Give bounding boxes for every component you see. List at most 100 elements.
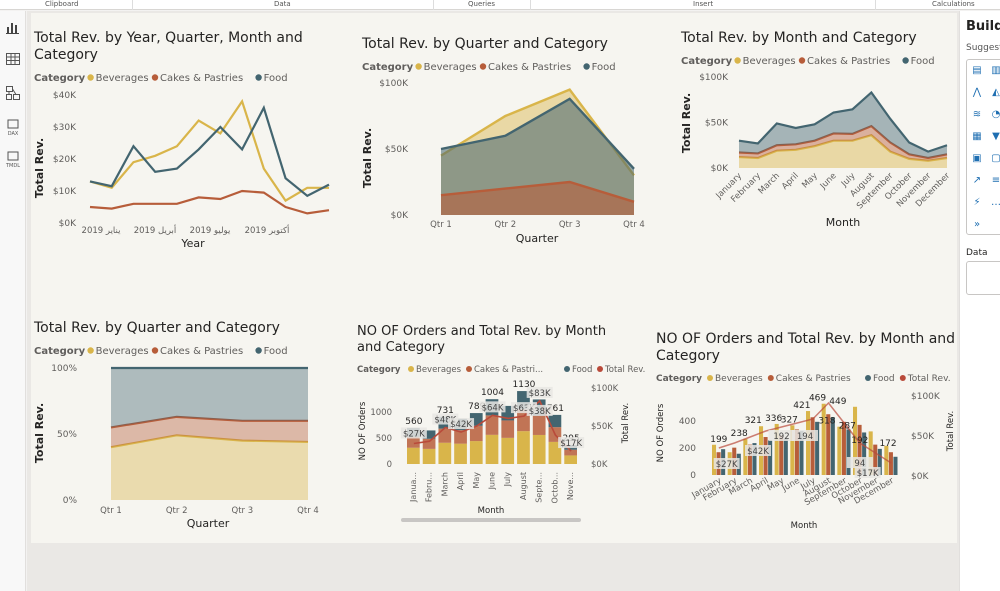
bar-segment-cakes[interactable] — [422, 438, 436, 449]
dax-query-icon[interactable]: DAX — [5, 119, 21, 137]
bar-segment-cakes[interactable] — [532, 415, 546, 435]
model-view-icon[interactable] — [5, 85, 21, 101]
line-chart-icon[interactable]: ⋀ — [970, 86, 984, 100]
ribbon-calculations[interactable]: Calculations — [932, 0, 975, 8]
legend-marker[interactable] — [902, 57, 909, 64]
report-view-icon[interactable] — [5, 19, 21, 35]
slicer-icon[interactable]: ≡ — [989, 174, 1000, 188]
ribbon-insert[interactable]: Insert — [693, 0, 713, 8]
ribbon-clipboard[interactable]: Clipboard — [45, 0, 78, 8]
bar-food[interactable] — [846, 429, 851, 475]
data-label-orders: 449 — [829, 397, 846, 407]
ribbon-chart-icon[interactable]: ≋ — [970, 108, 984, 122]
legend-marker[interactable] — [87, 347, 94, 354]
bar-beverages[interactable] — [837, 426, 842, 475]
legend-marker[interactable] — [798, 57, 806, 64]
bar-segment-beverages[interactable] — [454, 443, 467, 464]
legend-marker[interactable] — [255, 347, 262, 354]
tmdl-view-icon[interactable]: TMDL — [5, 151, 21, 169]
bar-segment-beverages[interactable] — [532, 434, 546, 464]
y2-tick-label: $0K — [591, 460, 608, 470]
chart-title: NO OF Orders and Total Rev. by Month — [357, 324, 606, 339]
legend-marker[interactable] — [415, 63, 422, 70]
legend-marker[interactable] — [255, 74, 262, 81]
bar-segment-beverages[interactable] — [564, 455, 577, 464]
bar-food[interactable] — [893, 456, 898, 475]
chart-rev-by-quarter-100pct[interactable]: Total Rev. by Quarter and Category Catego… — [33, 320, 319, 530]
bar-segment-beverages[interactable] — [438, 442, 452, 464]
bar-segment-cakes[interactable] — [438, 428, 452, 443]
legend-marker[interactable] — [865, 375, 871, 381]
data-label-rev: 194 — [797, 432, 813, 442]
legend-item: Beverages — [743, 56, 796, 67]
legend-marker[interactable] — [151, 74, 159, 81]
ribbon-queries[interactable]: Queries — [468, 0, 495, 8]
legend-marker[interactable] — [583, 63, 590, 70]
legend-marker[interactable] — [87, 74, 94, 81]
bar-cakes-pastries[interactable] — [810, 417, 815, 475]
bar-cakes-pastries[interactable] — [888, 452, 893, 475]
power-automate-icon[interactable]: ⚡ — [970, 196, 984, 210]
series-line-food[interactable] — [89, 104, 330, 198]
legend-item: Total Rev. — [907, 374, 951, 384]
x-tick-label: June — [818, 171, 839, 192]
bar-segment-beverages[interactable] — [422, 448, 436, 464]
area-chart-icon[interactable]: ◭ — [989, 86, 1000, 100]
report-page: Total Rev. by Year, Quarter, Month and Ca… — [31, 13, 957, 543]
legend-marker[interactable] — [564, 366, 570, 372]
x-tick-label: March — [757, 171, 782, 196]
horizontal-scrollbar[interactable] — [401, 518, 581, 522]
stacked-column-icon[interactable]: ▥ — [989, 64, 1000, 78]
stacked-bar-icon[interactable]: ▤ — [970, 64, 984, 78]
data-search-input[interactable] — [966, 261, 1000, 295]
power-apps-icon[interactable]: » — [970, 218, 984, 232]
data-label-rev: $27K — [403, 429, 425, 439]
chart-title: Total Rev. by Month and Category — [680, 30, 917, 46]
legend-marker[interactable] — [767, 375, 774, 381]
legend-marker[interactable] — [151, 347, 159, 354]
chart-rev-by-quarter-area[interactable]: Total Rev. by Quarter and Category Catego… — [361, 36, 645, 245]
legend-item: Food — [264, 73, 288, 84]
chart-rev-by-year-line[interactable]: Total Rev. by Year, Quarter, Month andCa… — [33, 30, 330, 250]
pct-area-food[interactable] — [111, 368, 308, 428]
bar-segment-beverages[interactable] — [501, 437, 515, 464]
bar-food[interactable] — [815, 421, 820, 475]
kpi-icon[interactable]: ↗ — [970, 174, 984, 188]
legend-marker[interactable] — [597, 366, 603, 372]
treemap-icon[interactable]: ▦ — [970, 130, 984, 144]
bar-food[interactable] — [783, 438, 788, 475]
bar-segment-beverages[interactable] — [485, 434, 499, 464]
chart-orders-rev-combo-2[interactable]: NO OF Orders and Total Rev. by Month and… — [656, 331, 956, 531]
chart-orders-rev-combo-1[interactable]: NO OF Orders and Total Rev. by Monthand … — [357, 324, 645, 522]
data-label-orders: 192 — [851, 436, 868, 446]
chart-title: Category — [34, 47, 98, 63]
x-tick-label: Qtr 2 — [166, 506, 188, 516]
legend-marker[interactable] — [899, 375, 906, 381]
bar-segment-beverages[interactable] — [469, 441, 483, 464]
ribbon-data[interactable]: Data — [274, 0, 291, 8]
x-axis-title: Month — [826, 216, 861, 229]
bar-segment-cakes[interactable] — [501, 420, 515, 438]
chart-rev-by-month-area[interactable]: Total Rev. by Month and Category Category… — [680, 30, 952, 229]
series-line-cakes-pastries[interactable] — [89, 189, 330, 215]
bar-segment-beverages[interactable] — [407, 447, 420, 464]
legend-marker[interactable] — [707, 375, 713, 381]
waterfall-icon[interactable]: ◔ — [989, 108, 1000, 122]
pct-area-beverages[interactable] — [111, 435, 308, 500]
card-icon[interactable]: ▢ — [989, 152, 1000, 166]
tmdl-label: TMDL — [5, 163, 20, 169]
x-axis-title: Month — [478, 506, 505, 516]
legend-marker[interactable] — [408, 366, 414, 372]
bar-beverages[interactable] — [821, 403, 826, 475]
funnel-icon[interactable]: ▼ — [989, 130, 1000, 144]
y-tick-label: $0K — [391, 211, 409, 221]
x-tick-label: May — [472, 472, 481, 489]
table-view-icon[interactable] — [5, 51, 21, 67]
bar-segment-beverages[interactable] — [517, 431, 530, 464]
matrix-icon[interactable]: ▣ — [970, 152, 984, 166]
legend-item: Cakes & Pastries — [160, 346, 243, 357]
legend-marker[interactable] — [479, 63, 487, 70]
more-visuals-icon[interactable]: … — [989, 196, 1000, 210]
legend-marker[interactable] — [466, 366, 472, 372]
legend-marker[interactable] — [734, 57, 741, 64]
